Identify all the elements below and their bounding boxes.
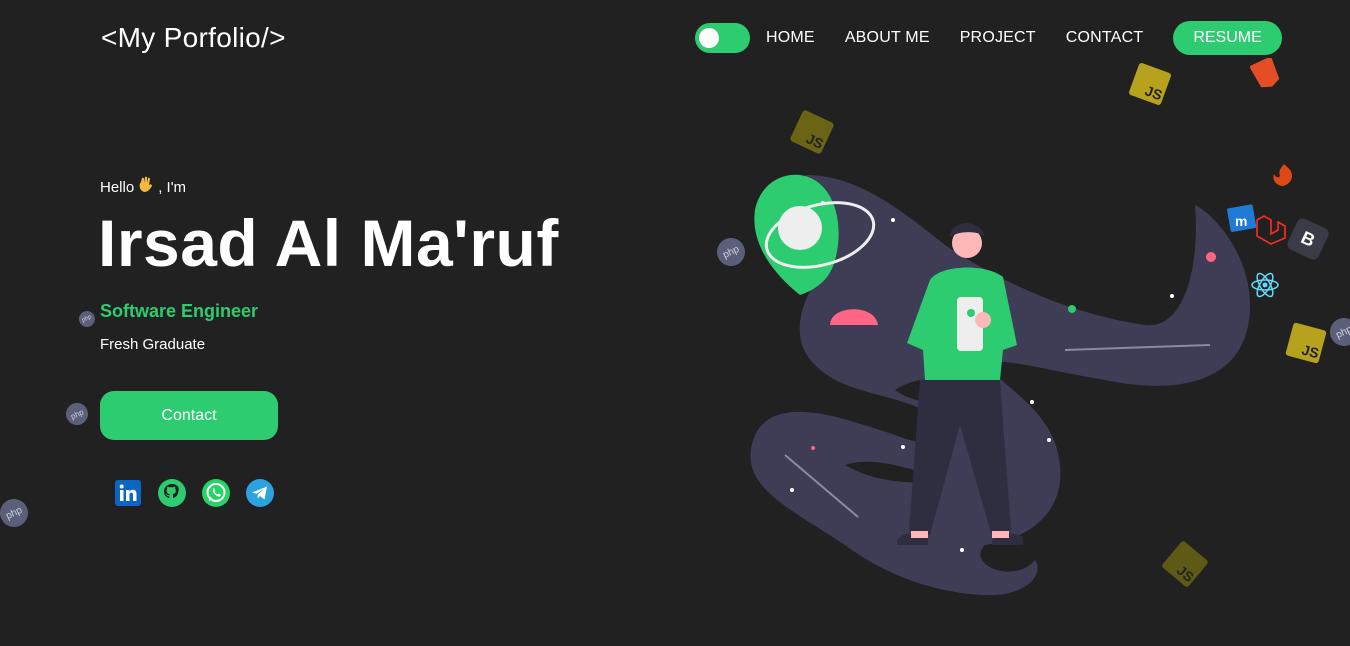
nav-about-me[interactable]: ABOUT ME bbox=[845, 29, 930, 47]
wave-hand-icon bbox=[136, 175, 156, 199]
nav-project[interactable]: PROJECT bbox=[960, 29, 1036, 47]
linkedin-icon[interactable] bbox=[113, 478, 143, 508]
telegram-icon[interactable] bbox=[245, 478, 275, 508]
resume-button[interactable]: RESUME bbox=[1173, 21, 1282, 55]
astronaut-space-illustration bbox=[750, 174, 1250, 596]
js-icon: JS bbox=[789, 109, 835, 155]
php-icon: php bbox=[1325, 313, 1350, 351]
theme-toggle[interactable] bbox=[695, 23, 750, 53]
js-icon: JS bbox=[1285, 322, 1327, 364]
social-links bbox=[113, 478, 275, 508]
php-icon: php bbox=[0, 494, 33, 532]
php-icon: php bbox=[62, 399, 92, 429]
hero-name: Irsad Al Ma'ruf bbox=[98, 206, 559, 280]
greeting-start: Hello bbox=[100, 178, 135, 196]
js-icon: JS bbox=[1128, 62, 1172, 106]
top-nav: HOME ABOUT ME PROJECT CONTACT RESUME bbox=[695, 21, 1282, 55]
hero-role: Software Engineer bbox=[100, 301, 259, 321]
site-logo[interactable]: <My Porfolio/> bbox=[101, 22, 286, 54]
greeting: Hello , I'm bbox=[100, 175, 186, 199]
greeting-end: , I'm bbox=[158, 178, 187, 196]
nav-home[interactable]: HOME bbox=[766, 29, 815, 47]
hero-status: Fresh Graduate bbox=[100, 336, 206, 353]
nav-contact[interactable]: CONTACT bbox=[1066, 29, 1144, 47]
bootstrap-icon: B bbox=[1285, 216, 1331, 262]
github-icon[interactable] bbox=[157, 478, 187, 508]
codeigniter-icon bbox=[1266, 160, 1302, 197]
contact-button[interactable]: Contact bbox=[100, 391, 278, 440]
php-icon: php bbox=[76, 308, 98, 330]
html5-icon bbox=[1249, 56, 1282, 95]
toggle-knob bbox=[699, 28, 719, 48]
whatsapp-icon[interactable] bbox=[201, 478, 231, 508]
